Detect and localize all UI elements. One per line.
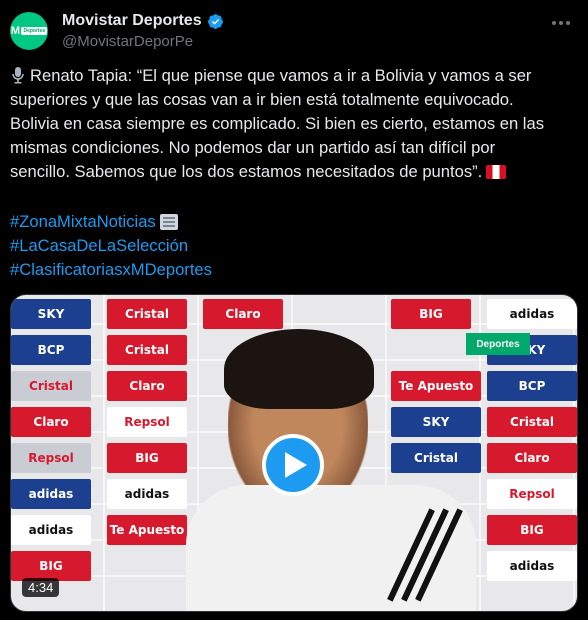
sponsor-tile: Repsol — [487, 479, 577, 509]
sponsor-tile: Te Apuesto — [107, 515, 187, 545]
author-name[interactable]: Movistar Deportes — [62, 12, 202, 30]
video-duration: 4:34 — [22, 578, 60, 597]
sponsor-tile: BCP — [11, 335, 91, 365]
avatar-logo: M — [10, 25, 20, 37]
sponsor-tile: BIG — [107, 443, 187, 473]
sponsor-tile: adidas — [11, 515, 91, 545]
sponsor-tile: Cristal — [107, 335, 187, 365]
channel-badge: Deportes — [466, 333, 530, 355]
tweet-line: superiores y que las cosas van a ir bien… — [10, 90, 514, 109]
sponsor-tile: BIG — [487, 515, 577, 545]
verified-badge-icon — [207, 13, 223, 29]
microphone-icon — [12, 67, 24, 84]
hashtag-link[interactable]: #ZonaMixtaNoticias — [10, 210, 212, 234]
sponsor-tile: Cristal — [11, 371, 91, 401]
tweet-line: Bolivia en casa siempre es complicado. S… — [10, 114, 545, 133]
sponsor-tile: BIG — [391, 299, 471, 329]
author-handle[interactable]: @MovistarDeporPe — [62, 33, 193, 50]
hashtag-list: #ZonaMixtaNoticias #LaCasaDeLaSelección … — [10, 210, 212, 282]
sponsor-tile: adidas — [11, 479, 91, 509]
sponsor-tile: Claro — [11, 407, 91, 437]
play-button[interactable] — [262, 434, 324, 496]
peru-flag-icon — [486, 165, 507, 179]
tweet-line: sencillo. Sabemos que los dos estamos ne… — [10, 160, 576, 184]
avatar[interactable]: M Deportes — [10, 12, 48, 50]
avatar-tag: Deportes — [21, 27, 48, 35]
hashtag-link[interactable]: #LaCasaDeLaSelección — [10, 234, 212, 258]
newspaper-icon — [159, 214, 178, 230]
sponsor-tile: Claro — [203, 299, 283, 329]
sponsor-tile: Claro — [487, 443, 577, 473]
tweet-line: Renato Tapia: “El que piense que vamos a… — [10, 64, 576, 88]
sponsor-tile: Repsol — [107, 407, 187, 437]
player-figure — [186, 329, 476, 611]
tweet-text: Renato Tapia: “El que piense que vamos a… — [10, 64, 576, 184]
tweet-line: mismas condiciones. No podemos dar un pa… — [10, 138, 496, 157]
sponsor-tile: SKY — [11, 299, 91, 329]
sponsor-tile: Repsol — [11, 443, 91, 473]
sponsor-tile: BCP — [487, 371, 577, 401]
sponsor-tile: Cristal — [107, 299, 187, 329]
hashtag-link[interactable]: #ClasificatoriasxMDeportes — [10, 258, 212, 282]
sponsor-tile: Claro — [107, 371, 187, 401]
sponsor-tile: BIG — [11, 551, 91, 581]
more-options-icon[interactable] — [552, 16, 576, 30]
sponsor-tile: adidas — [487, 299, 577, 329]
sponsor-tile: adidas — [107, 479, 187, 509]
play-icon — [284, 452, 307, 478]
sponsor-tile: Cristal — [487, 407, 577, 437]
sponsor-tile: adidas — [487, 551, 577, 581]
